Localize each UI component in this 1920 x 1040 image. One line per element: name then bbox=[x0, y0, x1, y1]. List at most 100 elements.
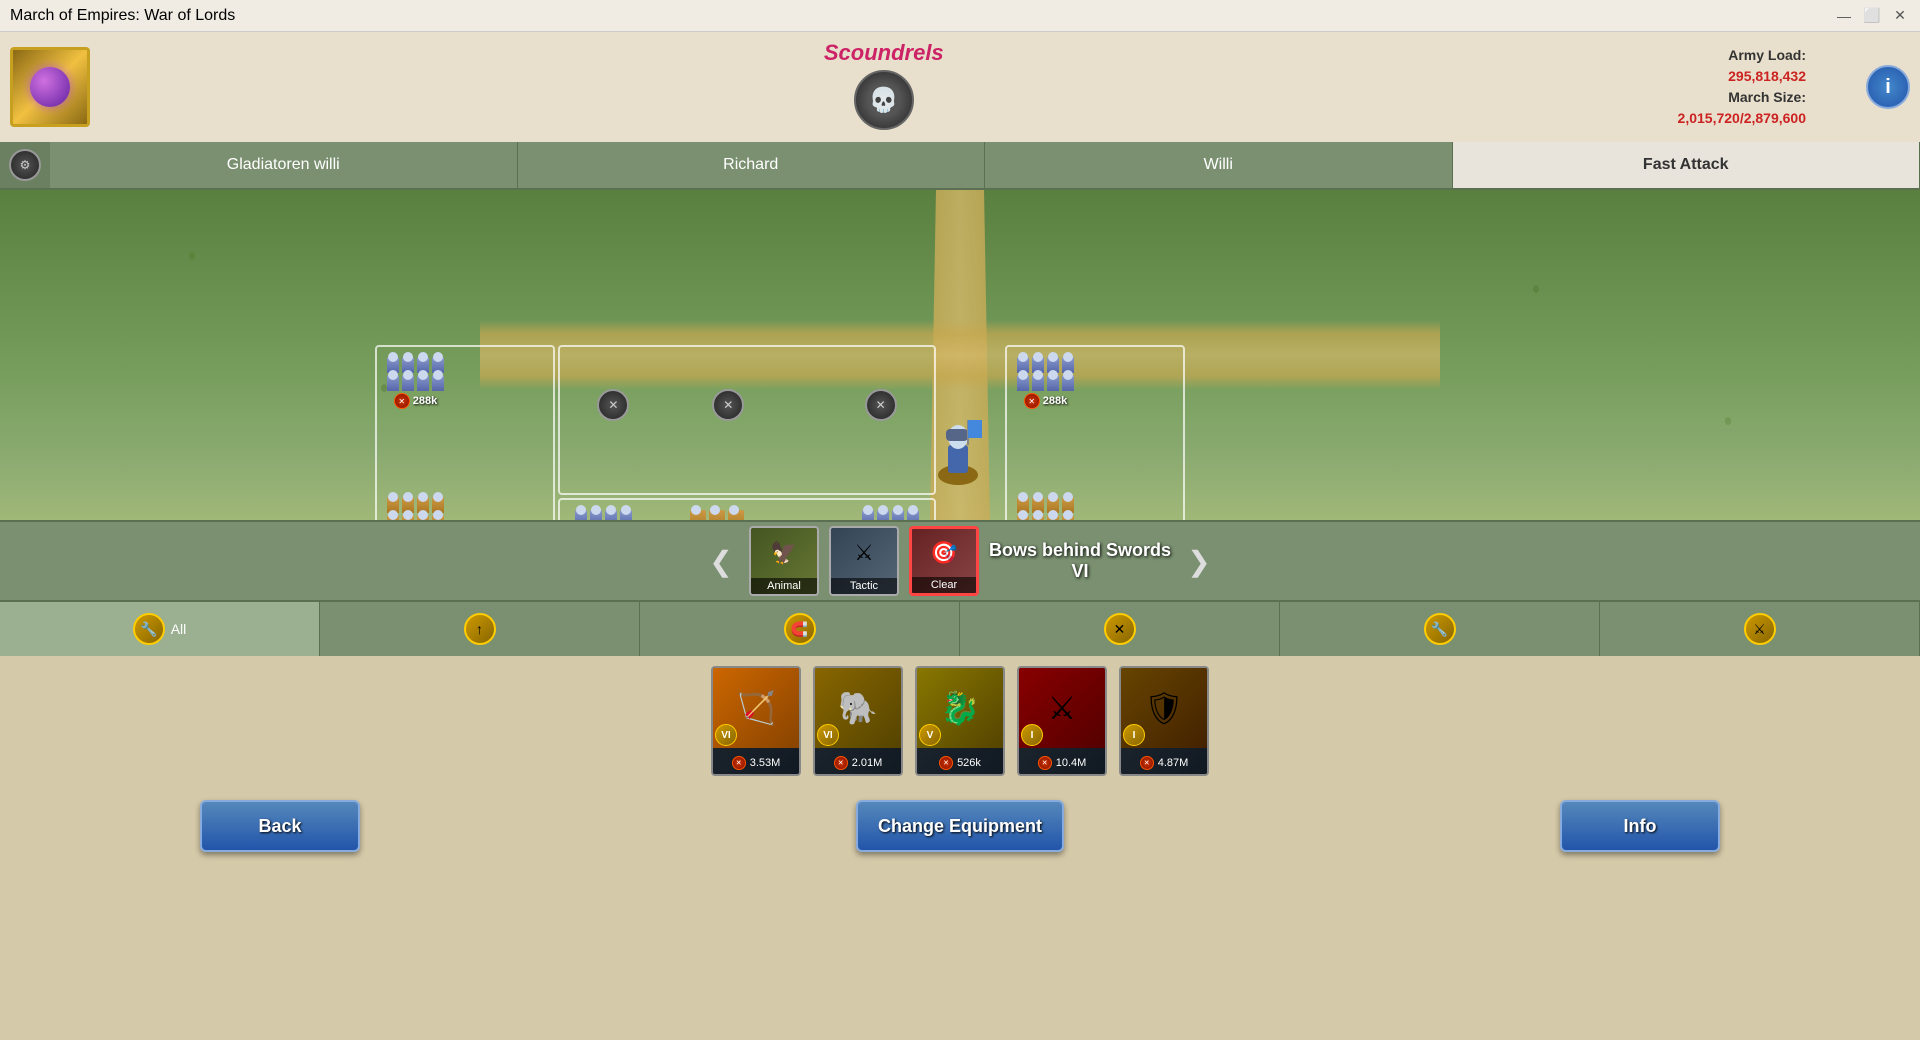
tactic-prev-button[interactable]: ❮ bbox=[703, 543, 739, 579]
troop-card-3-level: V bbox=[919, 724, 941, 746]
soldier bbox=[892, 510, 904, 520]
tactic-formation-name: Bows behind Swords VI bbox=[989, 540, 1171, 582]
tactic-tactic-label: Tactic bbox=[831, 578, 897, 594]
troop-badge-icon: ✕ bbox=[1024, 393, 1040, 409]
soldier bbox=[1062, 515, 1074, 520]
player-avatar[interactable] bbox=[10, 47, 90, 127]
troop-card-5-info: ✕ 4.87M bbox=[1121, 748, 1207, 776]
troop-center-br: ✕ 288k bbox=[862, 510, 919, 520]
soldier bbox=[402, 375, 414, 391]
soldier bbox=[1017, 515, 1029, 520]
filter-type2[interactable]: ⚔ bbox=[1600, 602, 1920, 656]
filter-type1-icon: 🔧 bbox=[1424, 613, 1456, 645]
troop-card-2-level: VI bbox=[817, 724, 839, 746]
filter-defense-icon: 🧲 bbox=[784, 613, 816, 645]
soldier bbox=[1047, 375, 1059, 391]
march-size-value: 2,015,720/2,879,600 bbox=[1678, 110, 1806, 126]
soldier bbox=[402, 515, 414, 520]
filter-misc[interactable]: ✕ bbox=[960, 602, 1280, 656]
troop-badge: ✕ 288k bbox=[394, 393, 437, 409]
march-icon: 💀 bbox=[854, 70, 914, 130]
soldier bbox=[575, 510, 587, 520]
slot-btn-3[interactable]: ✕ bbox=[865, 389, 897, 421]
tactic-clear-image: 🎯 bbox=[912, 529, 976, 577]
soldier bbox=[1017, 375, 1029, 391]
troop-card-2-badge: ✕ bbox=[834, 756, 848, 770]
tab-bar: ⚙ Gladiatoren willi Richard Willi Fast A… bbox=[0, 142, 1920, 190]
tactic-animal-label: Animal bbox=[751, 578, 817, 594]
close-button[interactable]: ✕ bbox=[1890, 6, 1910, 26]
slot-btn-2[interactable]: ✕ bbox=[712, 389, 744, 421]
troop-card-3-badge: ✕ bbox=[939, 756, 953, 770]
filter-type1[interactable]: 🔧 bbox=[1280, 602, 1600, 656]
troop-card-5-image: 🛡 I bbox=[1121, 668, 1207, 748]
tactic-card-tactic[interactable]: ⚔ Tactic bbox=[829, 526, 899, 596]
slot-btn-1[interactable]: ✕ bbox=[597, 389, 629, 421]
tactic-next-button[interactable]: ❯ bbox=[1181, 543, 1217, 579]
info-corner-button[interactable]: i bbox=[1866, 65, 1910, 109]
titlebar-controls: — ⬜ ✕ bbox=[1834, 6, 1910, 26]
soldier bbox=[417, 515, 429, 520]
troop-right-top: ✕ 288k bbox=[1017, 357, 1074, 409]
soldier bbox=[1062, 375, 1074, 391]
soldier bbox=[690, 510, 706, 520]
restore-button[interactable]: ⬜ bbox=[1862, 6, 1882, 26]
tactic-clear-label: Clear bbox=[912, 577, 976, 593]
troop-card-1-level: VI bbox=[715, 724, 737, 746]
troop-card-2-info: ✕ 2.01M bbox=[815, 748, 901, 776]
soldier bbox=[387, 515, 399, 520]
tab-gladiatoren[interactable]: Gladiatoren willi bbox=[50, 142, 518, 188]
tab-willi[interactable]: Willi bbox=[985, 142, 1453, 188]
troop-card-1[interactable]: 🏹 VI ✕ 3.53M bbox=[711, 666, 801, 776]
back-button[interactable]: Back bbox=[200, 800, 360, 852]
tactic-card-animal[interactable]: 🦅 Animal bbox=[749, 526, 819, 596]
troop-card-2-count: 2.01M bbox=[852, 757, 883, 769]
soldier bbox=[877, 510, 889, 520]
tactic-card-clear[interactable]: 🎯 Clear bbox=[909, 526, 979, 596]
soldier bbox=[1032, 375, 1044, 391]
filter-bar: 🔧 All ↑ 🧲 ✕ 🔧 ⚔ bbox=[0, 600, 1920, 656]
change-equipment-button[interactable]: Change Equipment bbox=[856, 800, 1064, 852]
hero-knight bbox=[930, 415, 990, 500]
soldier bbox=[1047, 515, 1059, 520]
troop-card-4-badge: ✕ bbox=[1038, 756, 1052, 770]
troop-card-4-count: 10.4M bbox=[1056, 757, 1087, 769]
troop-left-top: ✕ 288k bbox=[387, 357, 444, 409]
army-load-label: Army Load: bbox=[1728, 47, 1806, 63]
troop-badge-icon: ✕ bbox=[394, 393, 410, 409]
top-section: Scoundrels 💀 Army Load: 295,818,432 Marc… bbox=[0, 32, 1920, 142]
formation-zone-right: ✕ 288k ✕ 288k bbox=[1005, 345, 1185, 520]
march-size-label: March Size: bbox=[1728, 89, 1806, 105]
tab-richard[interactable]: Richard bbox=[518, 142, 986, 188]
filter-attack[interactable]: ↑ bbox=[320, 602, 640, 656]
troop-card-1-badge: ✕ bbox=[732, 756, 746, 770]
minimize-button[interactable]: — bbox=[1834, 6, 1854, 26]
soldier bbox=[432, 375, 444, 391]
soldier bbox=[862, 510, 874, 520]
troop-center-bm: ★ 266k bbox=[690, 510, 744, 520]
app-title: March of Empires: War of Lords bbox=[10, 7, 235, 25]
tab-settings-icon[interactable]: ⚙ bbox=[9, 149, 41, 181]
troop-card-4[interactable]: ⚔ I ✕ 10.4M bbox=[1017, 666, 1107, 776]
filter-misc-icon: ✕ bbox=[1104, 613, 1136, 645]
troop-card-3[interactable]: 🐉 V ✕ 526k bbox=[915, 666, 1005, 776]
soldier bbox=[709, 510, 725, 520]
tactic-bar: ❮ 🦅 Animal ⚔ Tactic 🎯 Clear Bows behind … bbox=[0, 520, 1920, 600]
soldier bbox=[1032, 515, 1044, 520]
troop-badge: ✕ 288k bbox=[1024, 393, 1067, 409]
troop-count: 288k bbox=[1043, 395, 1067, 407]
troop-right-bottom: ✕ 288k bbox=[1017, 497, 1074, 520]
troop-left-bottom: ★ 288k bbox=[387, 497, 444, 520]
info-button[interactable]: Info bbox=[1560, 800, 1720, 852]
filter-all[interactable]: 🔧 All bbox=[0, 602, 320, 656]
troop-card-4-level: I bbox=[1021, 724, 1043, 746]
troop-card-2[interactable]: 🐘 VI ✕ 2.01M bbox=[813, 666, 903, 776]
troop-card-5[interactable]: 🛡 I ✕ 4.87M bbox=[1119, 666, 1209, 776]
troop-center-bl: ✕ 288k bbox=[575, 510, 632, 520]
troop-card-4-image: ⚔ I bbox=[1019, 668, 1105, 748]
soldier bbox=[432, 515, 444, 520]
tab-fast-attack[interactable]: Fast Attack bbox=[1453, 142, 1920, 188]
filter-defense[interactable]: 🧲 bbox=[640, 602, 960, 656]
bottom-buttons: Back Change Equipment Info bbox=[0, 786, 1920, 866]
filter-all-icon: 🔧 bbox=[133, 613, 165, 645]
